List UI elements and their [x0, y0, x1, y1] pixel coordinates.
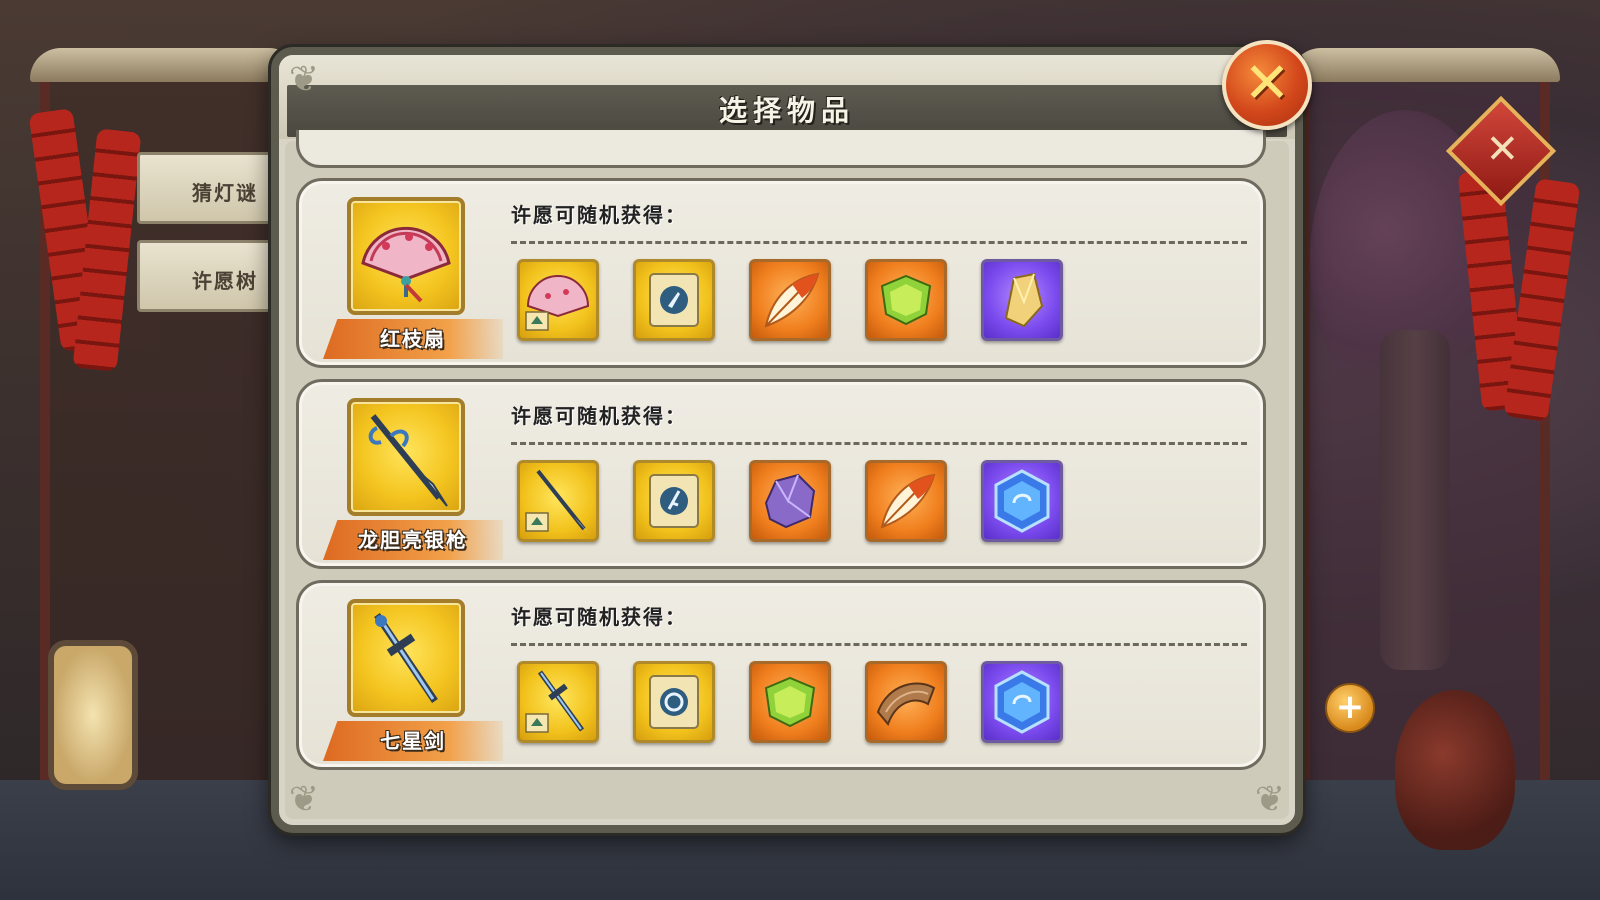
fan-icon — [361, 226, 451, 303]
item-icon-slot[interactable] — [347, 599, 465, 717]
reward-slot[interactable] — [981, 259, 1063, 341]
scroll-icon — [649, 474, 699, 528]
item-name: 七星剑 — [380, 729, 446, 753]
scroll-icon — [649, 675, 699, 729]
reward-slot[interactable] — [749, 259, 831, 341]
blue-hexagon-gem-icon — [994, 469, 1050, 533]
spear-fragment-icon — [525, 469, 590, 535]
scroll-icon — [649, 273, 699, 327]
wine-jar-icon — [1395, 690, 1515, 850]
reward-slot[interactable] — [749, 661, 831, 743]
list-item-partial[interactable] — [296, 130, 1266, 168]
reward-slot[interactable] — [865, 259, 947, 341]
reward-slot[interactable] — [865, 460, 947, 542]
gold-crystal-icon — [1004, 272, 1044, 328]
reward-slot[interactable] — [633, 259, 715, 341]
blue-hexagon-gem-icon — [994, 670, 1050, 734]
reward-slot[interactable] — [517, 661, 599, 743]
close-button[interactable]: ✕ — [1222, 40, 1312, 130]
divider — [511, 442, 1247, 445]
item-icon-slot[interactable] — [347, 197, 465, 315]
item-name: 红枝扇 — [380, 327, 446, 351]
close-x-icon: ✕ — [1243, 51, 1291, 116]
divider — [511, 241, 1247, 244]
reward-slot[interactable] — [633, 460, 715, 542]
reward-slot[interactable] — [633, 661, 715, 743]
corner-ornament-icon: ❦ — [288, 59, 320, 100]
feather-icon — [764, 272, 820, 328]
green-jade-icon — [880, 274, 932, 326]
left-gate-roof — [30, 48, 300, 82]
divider — [511, 643, 1247, 646]
corner-ornament-icon: ❦ — [288, 779, 320, 820]
add-icon[interactable]: + — [1325, 683, 1375, 733]
item-list[interactable]: 红枝扇 许愿可随机获得： 龙胆亮银枪 许愿可随机获得： 七星剑 许愿可随机获得： — [290, 130, 1285, 780]
spear-icon — [368, 414, 448, 507]
item-icon-slot[interactable] — [347, 398, 465, 516]
list-item[interactable]: 七星剑 许愿可随机获得： — [296, 580, 1266, 770]
lantern-icon — [48, 640, 138, 790]
reward-slot[interactable] — [865, 661, 947, 743]
sword-icon — [374, 613, 438, 703]
fan-fragment-icon — [525, 275, 590, 331]
reward-slot[interactable] — [517, 460, 599, 542]
item-name: 龙胆亮银枪 — [358, 528, 468, 552]
reward-slot[interactable] — [981, 661, 1063, 743]
wish-label: 许愿可随机获得： — [511, 404, 687, 428]
reward-slot[interactable] — [517, 259, 599, 341]
purple-ore-icon — [764, 473, 816, 529]
wood-plank-icon — [876, 682, 936, 726]
wish-label: 许愿可随机获得： — [511, 203, 687, 227]
feather-icon — [880, 473, 936, 529]
green-jade-icon — [764, 676, 816, 728]
reward-slot[interactable] — [981, 460, 1063, 542]
corner-ornament-icon: ❦ — [1254, 779, 1286, 820]
wish-label: 许愿可随机获得： — [511, 605, 687, 629]
sword-fragment-icon — [525, 670, 585, 733]
reward-slot[interactable] — [749, 460, 831, 542]
list-item[interactable]: 龙胆亮银枪 许愿可随机获得： — [296, 379, 1266, 569]
list-item[interactable]: 红枝扇 许愿可随机获得： — [296, 178, 1266, 368]
right-gate-roof — [1290, 48, 1560, 82]
